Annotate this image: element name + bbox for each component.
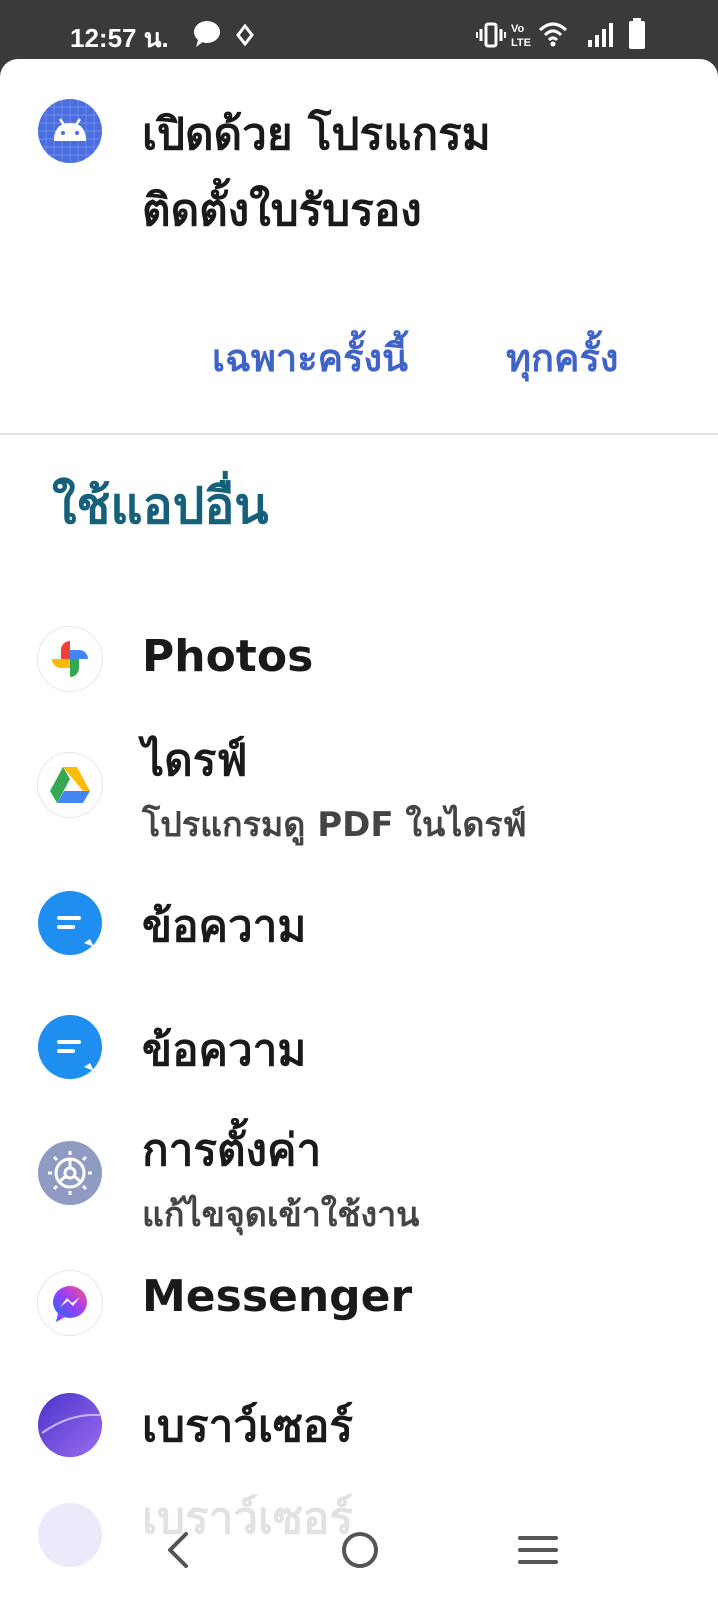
settings-gear-icon	[38, 1141, 102, 1205]
app-row-browser[interactable]: เบราว์เซอร์	[0, 1369, 718, 1479]
dialog-title-line1: เปิดด้วย โปรแกรม	[142, 109, 491, 160]
recents-icon[interactable]	[508, 1520, 568, 1580]
app-row-messages[interactable]: ข้อความ	[0, 991, 718, 1101]
back-icon[interactable]	[150, 1520, 210, 1580]
app-name: ไดรฟ์	[142, 735, 248, 786]
app-name: การตั้งค่า	[142, 1125, 322, 1176]
svg-text:Vo: Vo	[511, 23, 525, 35]
app-row-messenger[interactable]: Messenger	[0, 1247, 718, 1357]
app-row-messages[interactable]: ข้อความ	[0, 867, 718, 977]
location-icon	[236, 24, 254, 46]
app-name: Photos	[142, 631, 314, 682]
google-photos-icon	[38, 627, 102, 691]
chat-bubble-icon	[194, 21, 220, 47]
app-name: ข้อความ	[142, 901, 307, 952]
wifi-icon	[538, 22, 568, 47]
svg-text:LTE: LTE	[511, 37, 531, 48]
home-icon[interactable]	[330, 1520, 390, 1580]
app-row-settings[interactable]: การตั้งค่า แก้ไขจุดเข้าใช้งาน	[0, 1107, 718, 1237]
app-name: Messenger	[142, 1271, 413, 1322]
app-row-photos[interactable]: Photos	[0, 609, 718, 719]
status-time: 12:57 น.	[70, 23, 169, 53]
android-icon	[38, 99, 102, 163]
messages-icon	[38, 891, 102, 955]
app-name: ข้อความ	[142, 1025, 307, 1076]
other-apps-heading: ใช้แอปอื่น	[52, 477, 269, 535]
signal-icon	[588, 23, 613, 47]
messages-icon	[38, 1015, 102, 1079]
navigation-bar	[0, 1500, 718, 1600]
messenger-icon	[38, 1271, 102, 1335]
dialog-title-line2: ติดตั้งใบรับรอง	[142, 185, 422, 236]
battery-icon	[629, 18, 645, 49]
app-row-drive[interactable]: ไดรฟ์ โปรแกรมดู PDF ในไดรฟ์	[0, 719, 718, 849]
app-name: เบราว์เซอร์	[142, 1401, 353, 1452]
google-drive-icon	[38, 753, 102, 817]
just-once-button[interactable]: เฉพาะครั้งนี้	[212, 327, 408, 388]
chooser-sheet: เปิดด้วย โปรแกรม ติดตั้งใบรับรอง เฉพาะคร…	[0, 59, 718, 1600]
always-button[interactable]: ทุกครั้ง	[506, 327, 618, 388]
status-bar: 12:57 น. Vo LTE	[0, 0, 718, 60]
dialog-title: เปิดด้วย โปรแกรม ติดตั้งใบรับรอง	[142, 97, 662, 249]
vibrate-icon	[476, 22, 506, 48]
volte-icon: Vo LTE	[511, 23, 531, 48]
app-subtitle: แก้ไขจุดเข้าใช้งาน	[142, 1195, 420, 1235]
divider	[0, 433, 718, 435]
browser-icon	[38, 1393, 102, 1457]
app-subtitle: โปรแกรมดู PDF ในไดรฟ์	[142, 805, 527, 845]
